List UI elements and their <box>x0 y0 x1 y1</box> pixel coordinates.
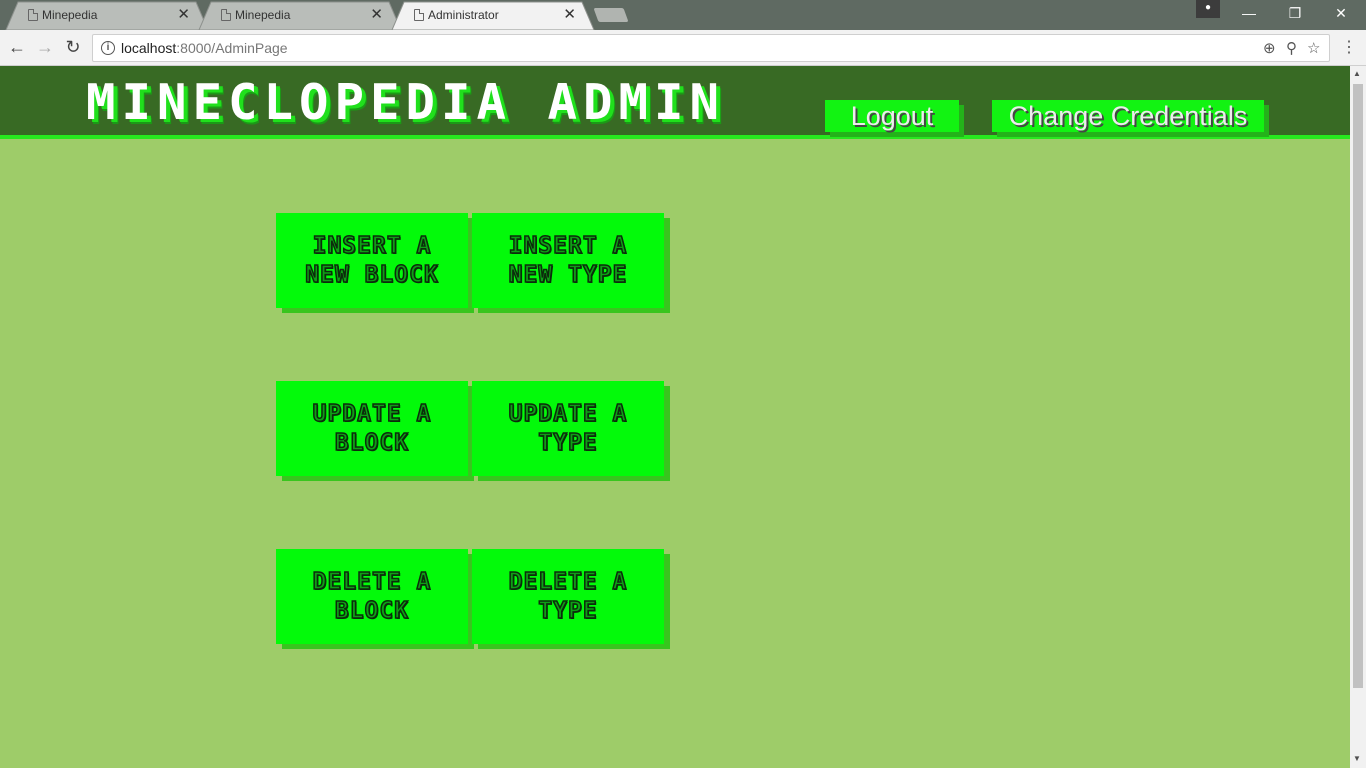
label-line-1: INSERT A <box>508 232 628 260</box>
reload-icon[interactable]: ↻ <box>62 37 84 59</box>
label-line-2: TYPE <box>538 429 598 457</box>
tab-minepedia-1[interactable]: Minepedia ✕ <box>4 2 204 30</box>
tab-close-icon[interactable]: ✕ <box>177 2 190 28</box>
button-label: INSERT A NEW BLOCK <box>304 232 439 290</box>
label-line-2: NEW TYPE <box>508 261 628 289</box>
label-line-1: DELETE A <box>312 568 432 596</box>
minimize-icon[interactable]: — <box>1226 0 1272 28</box>
button-label: DELETE A BLOCK <box>312 568 432 626</box>
profile-icon[interactable]: ● <box>1196 0 1220 18</box>
change-credentials-button[interactable]: Change Credentials <box>992 100 1264 132</box>
zoom-icon[interactable]: ⊕ <box>1263 39 1276 57</box>
scrollbar-thumb[interactable] <box>1353 84 1363 688</box>
site-logo: MINECLOPEDIA ADMIN <box>86 74 726 131</box>
tab-strip: Minepedia ✕ Minepedia ✕ Administrator ✕ … <box>0 0 1366 30</box>
label-line-1: DELETE A <box>508 568 628 596</box>
page-icon <box>28 9 38 21</box>
url-path: :8000/AdminPage <box>176 40 288 56</box>
label-line-1: INSERT A <box>312 232 432 260</box>
insert-block-button[interactable]: INSERT A NEW BLOCK <box>276 213 468 308</box>
label-line-1: UPDATE A <box>312 400 432 428</box>
vertical-scrollbar[interactable]: ▲ ▼ <box>1350 66 1366 768</box>
delete-block-button[interactable]: DELETE A BLOCK <box>276 549 468 644</box>
tab-administrator[interactable]: Administrator ✕ <box>390 2 590 30</box>
tab-close-icon[interactable]: ✕ <box>370 2 383 28</box>
url-text[interactable]: localhost:8000/AdminPage <box>121 40 288 56</box>
label-line-2: BLOCK <box>334 429 410 457</box>
tab-title: Administrator <box>428 8 499 22</box>
label-line-2: NEW BLOCK <box>304 261 439 289</box>
button-label: DELETE A TYPE <box>508 568 628 626</box>
update-block-button[interactable]: UPDATE A BLOCK <box>276 381 468 476</box>
insert-type-button[interactable]: INSERT A NEW TYPE <box>472 213 664 308</box>
page-viewport: MINECLOPEDIA ADMIN Logout Change Credent… <box>0 66 1350 768</box>
tab-title: Minepedia <box>42 8 98 22</box>
browser-menu-icon[interactable]: ⋮ <box>1340 37 1358 57</box>
label-line-2: BLOCK <box>334 597 410 625</box>
tab-title: Minepedia <box>235 8 291 22</box>
button-label: UPDATE A BLOCK <box>312 400 432 458</box>
extension-icon[interactable]: ⚲ <box>1286 39 1297 57</box>
restore-icon[interactable]: ❐ <box>1272 0 1318 28</box>
bookmark-star-icon[interactable]: ☆ <box>1307 39 1320 57</box>
scroll-up-icon[interactable]: ▲ <box>1353 69 1361 78</box>
scroll-down-icon[interactable]: ▼ <box>1353 754 1361 763</box>
browser-toolbar: ← → ↻ i localhost:8000/AdminPage ⊕ ⚲ ☆ ⋮ <box>0 30 1366 66</box>
button-label: UPDATE A TYPE <box>508 400 628 458</box>
tab-minepedia-2[interactable]: Minepedia ✕ <box>197 2 397 30</box>
forward-arrow-icon[interactable]: → <box>34 37 56 59</box>
logout-button[interactable]: Logout <box>825 100 959 132</box>
label-line-2: TYPE <box>538 597 598 625</box>
site-header: MINECLOPEDIA ADMIN Logout Change Credent… <box>0 66 1350 139</box>
url-host: localhost <box>121 40 177 56</box>
label-line-1: UPDATE A <box>508 400 628 428</box>
tab-close-icon[interactable]: ✕ <box>563 2 576 28</box>
button-label: INSERT A NEW TYPE <box>508 232 628 290</box>
page-icon <box>414 9 424 21</box>
back-arrow-icon[interactable]: ← <box>6 37 28 59</box>
info-icon[interactable]: i <box>101 41 115 55</box>
update-type-button[interactable]: UPDATE A TYPE <box>472 381 664 476</box>
window-close-icon[interactable]: ✕ <box>1318 0 1364 28</box>
new-tab-button[interactable] <box>593 8 629 22</box>
address-bar[interactable]: i localhost:8000/AdminPage ⊕ ⚲ ☆ <box>92 34 1330 62</box>
page-icon <box>221 9 231 21</box>
delete-type-button[interactable]: DELETE A TYPE <box>472 549 664 644</box>
